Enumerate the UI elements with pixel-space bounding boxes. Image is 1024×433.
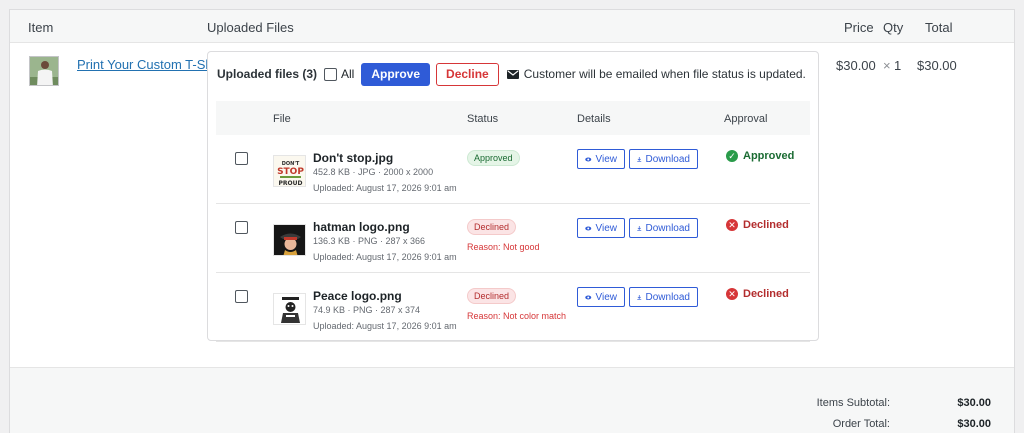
check-circle-icon: ✓ <box>726 150 738 162</box>
eye-icon <box>585 226 592 230</box>
download-file-button[interactable]: Download <box>629 149 698 169</box>
thumb-text-stop: STOP <box>277 167 304 177</box>
select-all-checkbox[interactable] <box>324 67 338 81</box>
status-badge: Declined <box>467 288 517 304</box>
files-table-header: File Status Details Approval <box>216 101 810 135</box>
status-badge: Declined <box>467 219 517 235</box>
col-item: Item <box>28 20 54 35</box>
product-link[interactable]: Print Your Custom T-Shirt <box>77 57 223 72</box>
approval-label: Declined <box>743 219 789 231</box>
items-table-header: Item Uploaded Files Price Qty Total <box>10 10 1014 43</box>
decline-reason: Reason: Not good <box>467 242 540 252</box>
file-meta: 136.3 KB · PNG · 287 x 366 <box>313 236 426 246</box>
product-price: $30.00 <box>836 58 876 73</box>
uploaded-files-box: Uploaded files (3) All Approve Decline C… <box>207 51 819 342</box>
email-notice: Customer will be emailed when file statu… <box>506 67 806 81</box>
approval-state: ✕ Declined <box>726 219 789 231</box>
email-notice-text: Customer will be emailed when file statu… <box>523 67 806 81</box>
file-meta: 452.8 KB · JPG · 2000 x 2000 <box>313 167 434 177</box>
files-toolbar: Uploaded files (3) All Approve Decline C… <box>217 62 806 86</box>
file-select-checkbox[interactable] <box>235 290 248 303</box>
files-table: File Status Details Approval DON'T STOP … <box>216 101 810 342</box>
qty-multiplier: × <box>883 58 891 73</box>
file-upload-date: Uploaded: August 17, 2026 9:01 am <box>313 321 457 331</box>
file-row: DON'T STOP PROUD Don't stop.jpg 452.8 KB… <box>216 135 810 204</box>
file-thumbnail: DON'T STOP PROUD <box>273 155 306 187</box>
col-total: Total <box>925 20 953 35</box>
approval-state: ✕ Declined <box>726 288 789 300</box>
file-name: Peace logo.png <box>313 289 402 303</box>
approval-label: Approved <box>743 150 795 162</box>
view-label: View <box>595 222 618 234</box>
file-meta: 74.9 KB · PNG · 287 x 374 <box>313 305 421 315</box>
product-thumbnail <box>29 56 59 86</box>
file-upload-date: Uploaded: August 17, 2026 9:01 am <box>313 183 457 193</box>
file-thumbnail <box>273 293 306 325</box>
file-row: hatman logo.png 136.3 KB · PNG · 287 x 3… <box>216 204 810 273</box>
download-file-button[interactable]: Download <box>629 218 698 238</box>
th-status: Status <box>467 113 499 125</box>
eye-icon <box>585 295 592 299</box>
th-file: File <box>273 113 291 125</box>
approval-state: ✓ Approved <box>726 150 794 162</box>
view-file-button[interactable]: View <box>577 218 625 238</box>
file-select-checkbox[interactable] <box>235 221 248 234</box>
x-circle-icon: ✕ <box>726 219 738 231</box>
col-price: Price <box>844 20 874 35</box>
view-label: View <box>595 153 618 165</box>
file-row: Peace logo.png 74.9 KB · PNG · 287 x 374… <box>216 273 810 342</box>
file-select-checkbox[interactable] <box>235 152 248 165</box>
order-total-value: $30.00 <box>957 418 991 430</box>
select-all-label: All <box>341 67 355 81</box>
x-circle-icon: ✕ <box>726 288 738 300</box>
uploaded-files-title: Uploaded files (3) <box>217 67 318 81</box>
file-name: hatman logo.png <box>313 220 410 234</box>
col-uploaded-files: Uploaded Files <box>207 20 294 35</box>
download-label: Download <box>645 291 690 303</box>
product-qty: 1 <box>894 58 902 73</box>
th-details: Details <box>577 113 611 125</box>
download-label: Download <box>645 222 690 234</box>
file-name: Don't stop.jpg <box>313 151 394 165</box>
file-thumbnail <box>273 224 306 256</box>
download-icon <box>637 156 642 162</box>
eye-icon <box>585 157 592 161</box>
bulk-approve-button[interactable]: Approve <box>361 62 431 86</box>
order-totals: Items Subtotal: $30.00 Order Total: $30.… <box>10 367 1014 433</box>
thumb-text-proud: PROUD <box>279 180 303 187</box>
download-label: Download <box>645 153 690 165</box>
decline-reason: Reason: Not color match <box>467 311 567 321</box>
download-icon <box>637 294 642 300</box>
view-label: View <box>595 291 618 303</box>
bulk-decline-button[interactable]: Decline <box>436 62 499 86</box>
th-approval: Approval <box>724 113 768 125</box>
download-icon <box>637 225 642 231</box>
product-total: $30.00 <box>917 58 957 73</box>
view-file-button[interactable]: View <box>577 149 625 169</box>
status-badge: Approved <box>467 150 520 166</box>
envelope-icon <box>506 69 519 79</box>
approval-label: Declined <box>743 288 789 300</box>
order-total-label: Order Total: <box>832 418 890 430</box>
items-subtotal-value: $30.00 <box>957 397 991 409</box>
file-upload-date: Uploaded: August 17, 2026 9:01 am <box>313 252 457 262</box>
download-file-button[interactable]: Download <box>629 287 698 307</box>
items-subtotal-label: Items Subtotal: <box>816 397 890 409</box>
col-qty: Qty <box>883 20 904 35</box>
view-file-button[interactable]: View <box>577 287 625 307</box>
order-items-panel: Item Uploaded Files Price Qty Total Prin… <box>9 9 1015 433</box>
